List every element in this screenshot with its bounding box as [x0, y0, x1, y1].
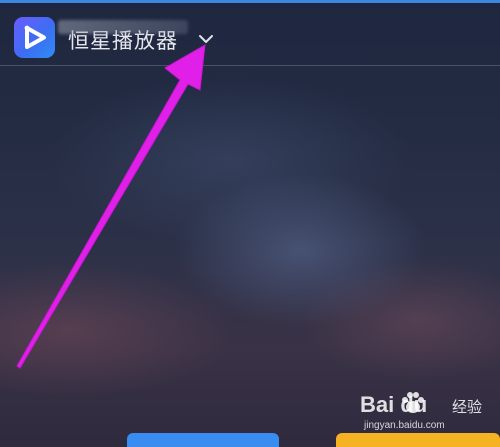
watermark-url: jingyan.baidu.com	[364, 420, 445, 431]
annotation-arrow	[16, 44, 206, 369]
watermark-service: 经验	[452, 398, 483, 416]
primary-action-button[interactable]	[127, 433, 279, 447]
player-window: 恒星播放器 Bai du 经验 jingyan.baidu.com	[0, 0, 500, 447]
paw-icon	[402, 392, 424, 413]
annotation-arrow-shape	[16, 44, 206, 369]
baidu-jingyan-watermark: Bai du 经验 jingyan.baidu.com	[356, 390, 496, 438]
